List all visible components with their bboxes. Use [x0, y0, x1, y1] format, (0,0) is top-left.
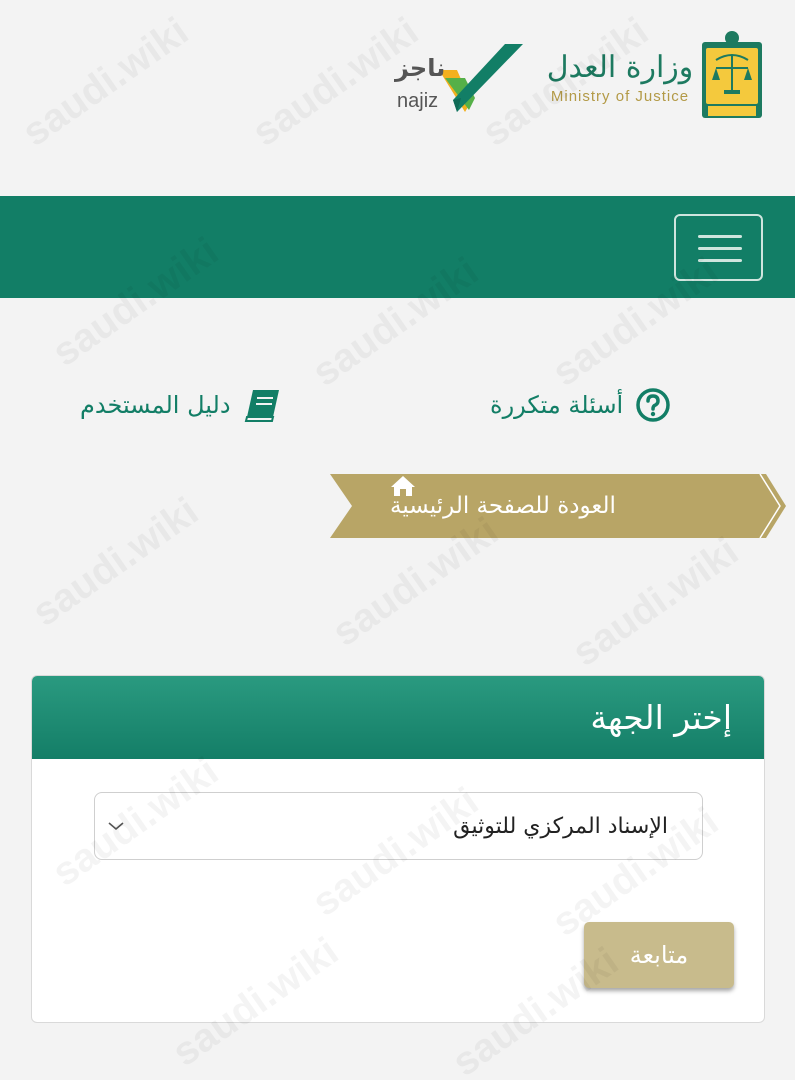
- user-guide-label: دليل المستخدم: [80, 391, 231, 419]
- ministry-english-name: Ministry of Justice: [550, 88, 690, 105]
- entity-select[interactable]: الإسناد المركزي للتوثيق: [94, 792, 703, 860]
- chevron-down-icon: [107, 817, 125, 836]
- ministry-logo-text: وزارة العدل Ministry of Justice: [545, 48, 695, 123]
- select-entity-card: إختر الجهة الإسناد المركزي للتوثيق متابع…: [31, 675, 765, 1023]
- question-circle-icon: [635, 387, 671, 423]
- hamburger-icon-line: [698, 247, 742, 250]
- hamburger-icon-line: [698, 259, 742, 262]
- najiz-latin-text: najiz: [397, 90, 439, 112]
- back-to-home-link[interactable]: العودة للصفحة الرئيسية: [330, 474, 786, 538]
- card-title: إختر الجهة: [590, 698, 732, 737]
- faq-label: أسئلة متكررة: [490, 391, 624, 419]
- menu-toggle-button[interactable]: [674, 214, 763, 281]
- book-icon: [243, 387, 283, 423]
- hamburger-icon: [698, 235, 742, 238]
- ministry-arabic-name: وزارة العدل: [546, 50, 694, 85]
- page: ناجز najiz وزارة العدل Ministry of Justi…: [0, 0, 795, 1080]
- back-to-home-label: العودة للصفحة الرئيسية: [390, 493, 616, 519]
- watermark-text: saudi.wiki: [24, 489, 206, 636]
- card-header: إختر الجهة: [32, 676, 764, 759]
- faq-link[interactable]: أسئلة متكررة: [490, 380, 671, 430]
- top-navbar: [0, 196, 795, 298]
- user-guide-link[interactable]: دليل المستخدم: [80, 380, 283, 430]
- header-logos: ناجز najiz وزارة العدل Ministry of Justi…: [0, 0, 795, 195]
- watermark-text: saudi.wiki: [564, 529, 746, 676]
- najiz-arabic-text: ناجز: [395, 54, 446, 82]
- continue-button[interactable]: متابعة: [584, 922, 734, 988]
- back-to-home-label-wrap: العودة للصفحة الرئيسية: [390, 474, 730, 538]
- najiz-logo[interactable]: ناجز najiz: [395, 40, 530, 120]
- entity-select-value: الإسناد المركزي للتوثيق: [453, 813, 668, 839]
- ministry-emblem-icon[interactable]: [702, 30, 762, 120]
